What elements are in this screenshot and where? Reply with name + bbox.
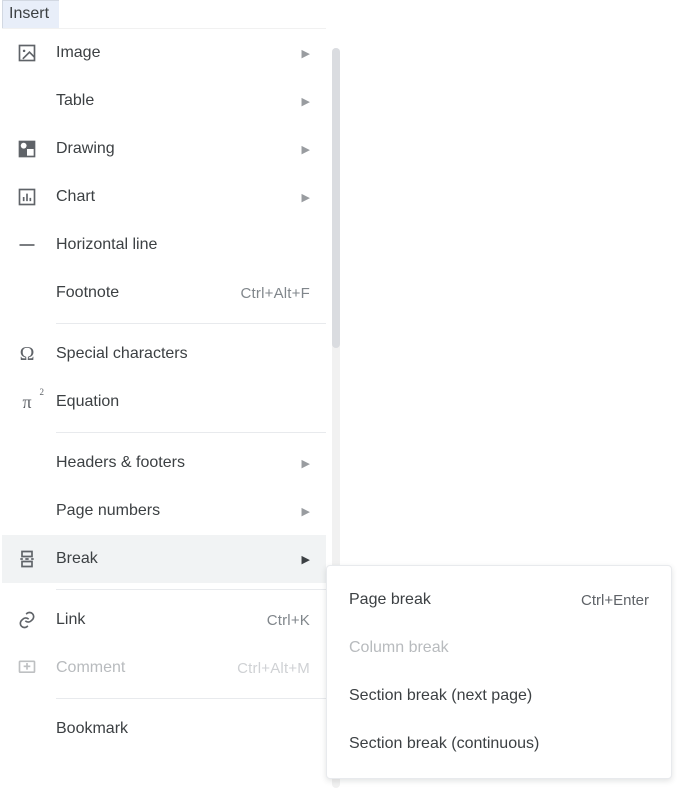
menu-item-label: Headers & footers: [56, 454, 296, 472]
menu-item-equation[interactable]: π2 Equation: [2, 378, 326, 426]
menu-item-label: Bookmark: [56, 720, 310, 738]
menu-separator: [56, 698, 326, 699]
menu-item-drawing[interactable]: Drawing ▶: [2, 125, 326, 173]
chevron-right-icon: ▶: [302, 505, 310, 518]
spacer-icon: [16, 452, 38, 474]
chart-icon: [16, 186, 38, 208]
horizontal-line-icon: [16, 234, 38, 256]
break-submenu: Page break Ctrl+Enter Column break Secti…: [326, 565, 672, 779]
page-break-icon: [16, 548, 38, 570]
submenu-item-section-break-next[interactable]: Section break (next page): [327, 672, 671, 720]
menu-item-label: Horizontal line: [56, 236, 310, 254]
spacer-icon: [16, 718, 38, 740]
menu-separator: [56, 589, 326, 590]
menu-item-label: Footnote: [56, 284, 240, 302]
menu-item-label: Comment: [56, 659, 237, 677]
submenu-label: Column break: [349, 639, 649, 657]
menu-separator: [56, 323, 326, 324]
menu-separator: [56, 432, 326, 433]
spacer-icon: [16, 500, 38, 522]
submenu-label: Page break: [349, 591, 581, 609]
comment-icon: [16, 657, 38, 679]
menu-item-table[interactable]: Table ▶: [2, 77, 326, 125]
menu-item-label: Chart: [56, 188, 296, 206]
spacer-icon: [16, 282, 38, 304]
menu-item-comment[interactable]: Comment Ctrl+Alt+M: [2, 644, 326, 692]
insert-menu-dropdown: Image ▶ Table ▶ Drawing ▶ Chart ▶ Horizo…: [2, 28, 326, 753]
shortcut-text: Ctrl+Alt+M: [237, 660, 310, 677]
chevron-right-icon: ▶: [302, 47, 310, 60]
menu-item-break[interactable]: Break ▶: [2, 535, 326, 583]
shortcut-text: Ctrl+K: [267, 612, 310, 629]
chevron-right-icon: ▶: [302, 457, 310, 470]
menu-item-label: Drawing: [56, 140, 296, 158]
menu-item-label: Equation: [56, 393, 310, 411]
pi-icon: π2: [16, 391, 38, 413]
menu-item-label: Special characters: [56, 345, 310, 363]
submenu-label: Section break (continuous): [349, 735, 649, 753]
image-icon: [16, 42, 38, 64]
spacer-icon: [16, 90, 38, 112]
chevron-right-icon: ▶: [302, 143, 310, 156]
menu-item-label: Break: [56, 550, 296, 568]
menu-item-headers-footers[interactable]: Headers & footers ▶: [2, 439, 326, 487]
link-icon: [16, 609, 38, 631]
chevron-right-icon: ▶: [302, 191, 310, 204]
scrollbar-thumb[interactable]: [332, 48, 340, 348]
menu-item-chart[interactable]: Chart ▶: [2, 173, 326, 221]
omega-icon: Ω: [16, 343, 38, 365]
menu-item-special-characters[interactable]: Ω Special characters: [2, 330, 326, 378]
drawing-icon: [16, 138, 38, 160]
menu-tab-insert[interactable]: Insert: [2, 0, 59, 29]
menu-item-horizontal-line[interactable]: Horizontal line: [2, 221, 326, 269]
chevron-right-icon: ▶: [302, 553, 310, 566]
menu-item-page-numbers[interactable]: Page numbers ▶: [2, 487, 326, 535]
menu-item-footnote[interactable]: Footnote Ctrl+Alt+F: [2, 269, 326, 317]
menu-item-bookmark[interactable]: Bookmark: [2, 705, 326, 753]
shortcut-text: Ctrl+Enter: [581, 592, 649, 609]
submenu-item-section-break-continuous[interactable]: Section break (continuous): [327, 720, 671, 768]
shortcut-text: Ctrl+Alt+F: [240, 285, 310, 302]
menu-item-label: Page numbers: [56, 502, 296, 520]
menu-item-label: Link: [56, 611, 267, 629]
submenu-item-column-break[interactable]: Column break: [327, 624, 671, 672]
submenu-label: Section break (next page): [349, 687, 649, 705]
menu-item-label: Table: [56, 92, 296, 110]
menu-item-link[interactable]: Link Ctrl+K: [2, 596, 326, 644]
submenu-item-page-break[interactable]: Page break Ctrl+Enter: [327, 576, 671, 624]
menu-item-label: Image: [56, 44, 296, 62]
chevron-right-icon: ▶: [302, 95, 310, 108]
menu-item-image[interactable]: Image ▶: [2, 29, 326, 77]
